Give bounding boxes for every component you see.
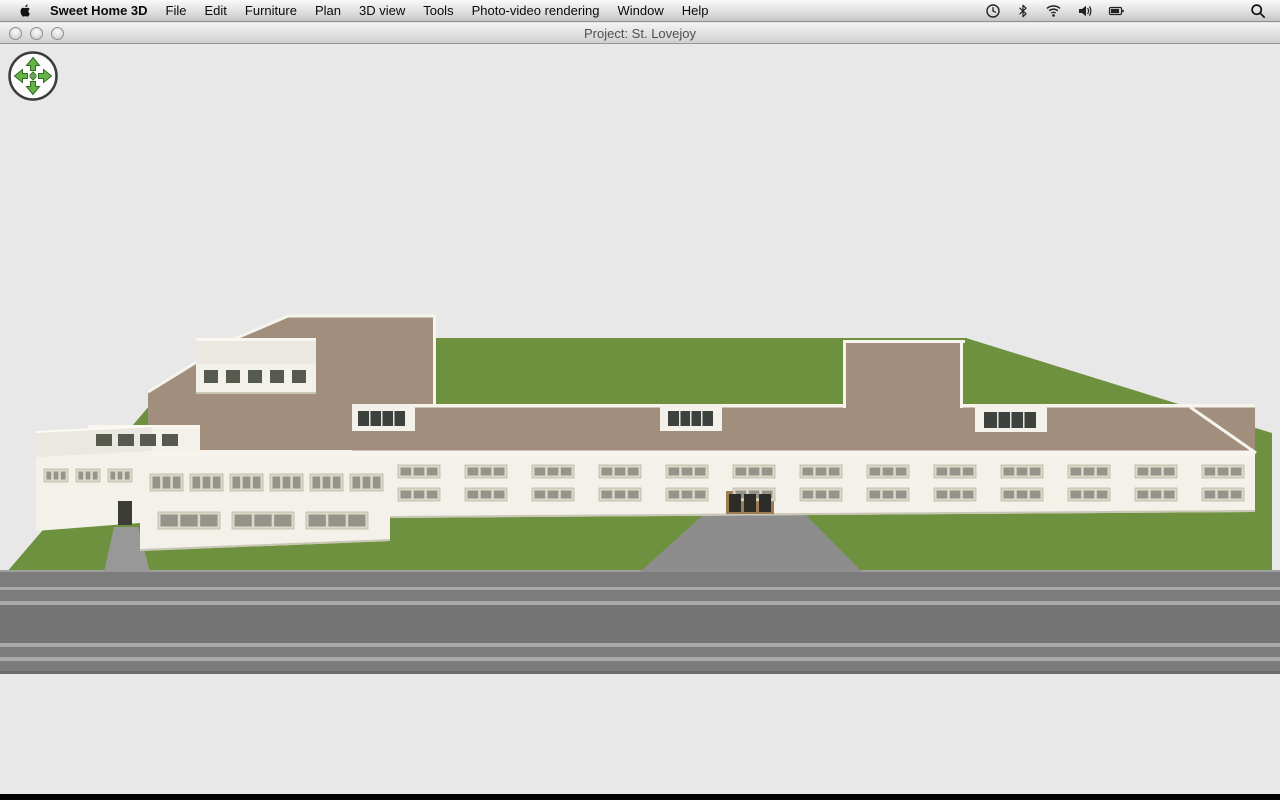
far-left-block-door [118, 501, 132, 525]
right-wing-parapet-top [843, 340, 965, 343]
menu-plan[interactable]: Plan [306, 0, 350, 22]
main-roof [352, 407, 1255, 454]
menu-file[interactable]: File [157, 0, 196, 22]
menu-tools[interactable]: Tools [414, 0, 462, 22]
entrance-doors [729, 494, 771, 512]
roof-penthouse-parapet [196, 338, 316, 341]
roof-penthouse-roof [196, 340, 316, 364]
window-controls [9, 27, 64, 40]
road-curb-line [0, 570, 1280, 572]
volume-icon[interactable] [1077, 3, 1093, 19]
road-lane-line [0, 587, 1280, 590]
battery-icon[interactable] [1108, 3, 1125, 19]
road-lane-line [0, 657, 1280, 661]
main-roof-parapet [352, 404, 1255, 408]
left-wing-front-wall [140, 456, 390, 551]
rooftop-tower-2 [660, 404, 722, 431]
window-title-bar[interactable]: Project: St. Lovejoy [0, 23, 1280, 44]
rooftop-tower-1 [352, 404, 415, 431]
menu-3d-view[interactable]: 3D view [350, 0, 414, 22]
apple-icon [18, 3, 33, 18]
bluetooth-icon[interactable] [1016, 3, 1030, 19]
spotlight-icon[interactable] [1250, 3, 1266, 19]
road-lane-line [0, 601, 1280, 605]
menu-edit[interactable]: Edit [196, 0, 236, 22]
right-wing-roof [845, 342, 963, 408]
window-zoom-button[interactable] [51, 27, 64, 40]
3d-view-canvas[interactable] [0, 45, 1280, 794]
menu-bar-status-area [985, 3, 1270, 19]
road-median [0, 605, 1280, 643]
main-roof-fascia [352, 451, 1255, 457]
menu-help[interactable]: Help [673, 0, 718, 22]
macos-menu-bar: Sweet Home 3D File Edit Furniture Plan 3… [0, 0, 1280, 22]
right-wing-parapet-west [843, 342, 846, 408]
app-menu-title[interactable]: Sweet Home 3D [41, 0, 157, 22]
far-left-block-wall [36, 451, 152, 531]
navigation-compass[interactable] [7, 50, 59, 102]
right-wing-parapet-east [960, 342, 963, 408]
menu-window[interactable]: Window [609, 0, 673, 22]
time-machine-icon[interactable] [985, 3, 1001, 19]
wifi-icon[interactable] [1045, 3, 1062, 18]
menu-furniture[interactable]: Furniture [236, 0, 306, 22]
menu-photo-video-rendering[interactable]: Photo-video rendering [463, 0, 609, 22]
rooftop-tower-3 [975, 404, 1047, 432]
window-minimize-button[interactable] [30, 27, 43, 40]
3d-scene [0, 45, 1280, 794]
roof-penthouse-base [196, 392, 316, 394]
window-title: Project: St. Lovejoy [0, 26, 1280, 41]
left-wing-parapet-east [433, 316, 436, 408]
road-lane-line [0, 643, 1280, 647]
window-close-button[interactable] [9, 27, 22, 40]
apple-menu[interactable] [10, 3, 41, 18]
screen-bottom-bar [0, 794, 1280, 800]
road-bottom-edge [0, 671, 1280, 674]
